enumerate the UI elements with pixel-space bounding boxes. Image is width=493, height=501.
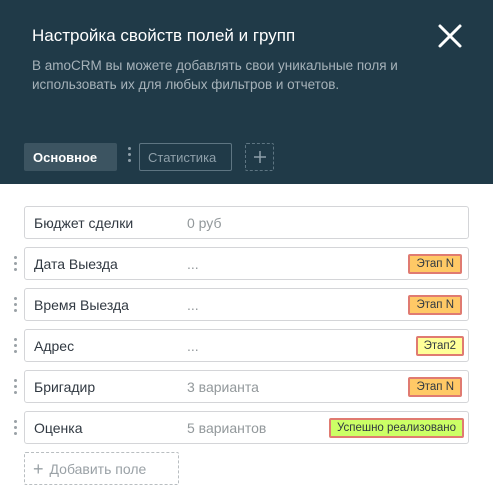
field-row-foreman[interactable]: Бригадир 3 варианта Этап N: [24, 370, 469, 403]
close-icon[interactable]: [434, 20, 466, 52]
drag-handle-icon[interactable]: [13, 338, 19, 356]
field-name: Время Выезда: [34, 297, 129, 313]
field-name: Адрес: [34, 338, 75, 354]
tab-drag-handle-icon[interactable]: [127, 147, 133, 167]
tab-statistics[interactable]: Статистика: [139, 143, 232, 171]
add-field-button[interactable]: + Добавить поле: [24, 452, 179, 485]
field-row-address[interactable]: Адрес ... Этап2: [24, 329, 469, 362]
drag-handle-icon[interactable]: [13, 256, 19, 274]
stage-badge: Этап N: [408, 295, 462, 315]
modal-title: Настройка свойств полей и групп: [32, 26, 296, 45]
field-row-departure-time[interactable]: Время Выезда ... Этап N: [24, 288, 469, 321]
field-row-budget[interactable]: Бюджет сделки 0 руб: [24, 206, 469, 239]
drag-handle-icon[interactable]: [13, 379, 19, 397]
field-row-departure-date[interactable]: Дата Выезда ... Этап N: [24, 247, 469, 280]
field-name: Дата Выезда: [34, 256, 118, 272]
field-name: Бюджет сделки: [34, 215, 134, 231]
stage-badge: Успешно реализовано: [328, 418, 464, 438]
field-name: Бригадир: [34, 379, 96, 395]
plus-icon: [253, 151, 266, 163]
field-row-rating[interactable]: Оценка 5 вариантов Успешно реализовано: [24, 411, 469, 444]
stage-badge: Этап N: [408, 377, 462, 397]
add-field-label: Добавить поле: [49, 460, 147, 477]
plus-icon: +: [33, 458, 44, 479]
stage-badge: Этап2: [415, 336, 464, 356]
modal-header: Настройка свойств полей и групп В amoCRM…: [0, 0, 493, 184]
field-value: ...: [187, 256, 199, 272]
field-value: ...: [187, 297, 199, 313]
stage-badge: Этап N: [408, 254, 462, 274]
field-value: ...: [187, 338, 199, 354]
modal-subtitle: В amoCRM вы можете добавлять свои уникал…: [32, 58, 398, 92]
drag-handle-icon[interactable]: [13, 420, 19, 438]
field-value: 5 вариантов: [187, 420, 267, 436]
field-name: Оценка: [34, 420, 83, 436]
field-value: 3 варианта: [187, 379, 259, 395]
drag-handle-icon[interactable]: [13, 297, 19, 315]
add-tab-button[interactable]: [245, 143, 274, 171]
field-value: 0 руб: [187, 215, 222, 231]
tab-bar: Основное Статистика: [0, 141, 493, 173]
tab-main[interactable]: Основное: [24, 143, 117, 171]
